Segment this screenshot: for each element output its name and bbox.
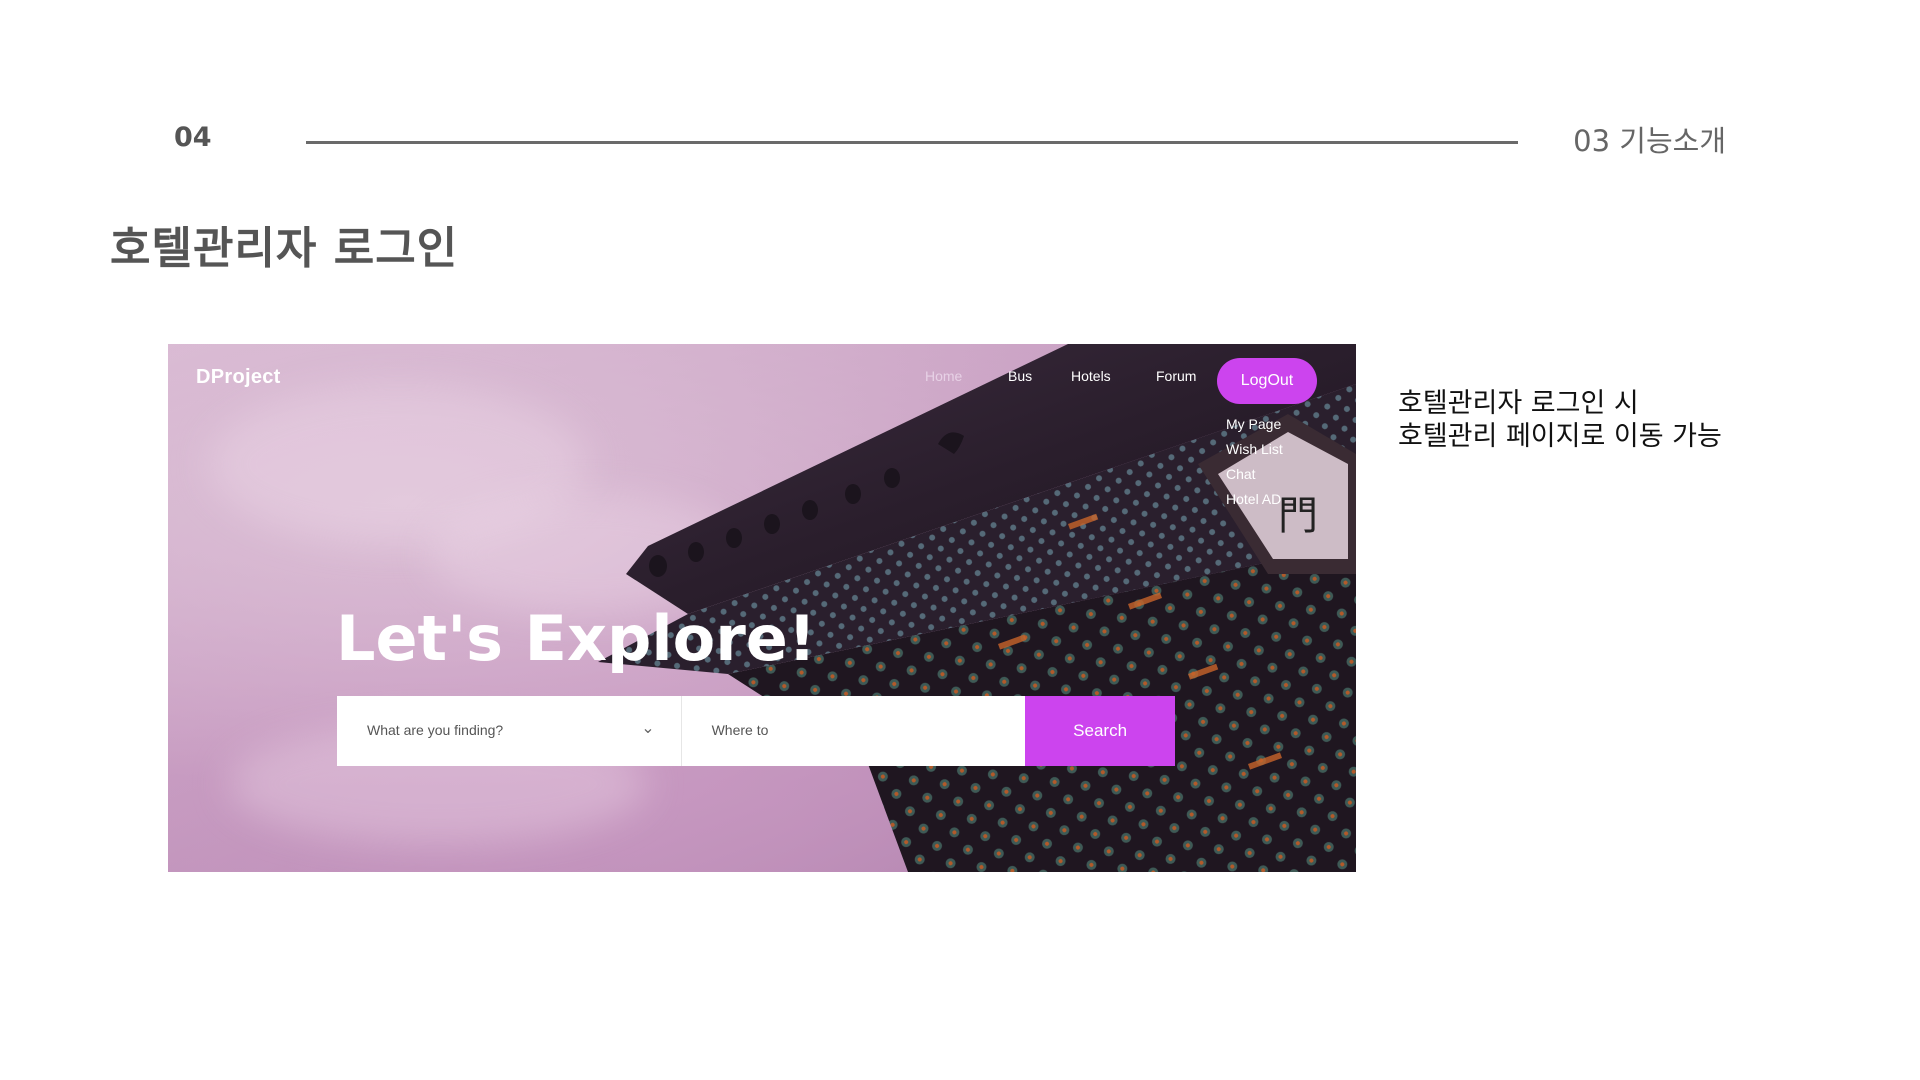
menu-item-wish-list[interactable]: Wish List xyxy=(1226,437,1283,462)
logout-button[interactable]: LogOut xyxy=(1217,358,1317,404)
brand-logo[interactable]: DProject xyxy=(196,366,281,389)
chevron-down-icon: ⌄ xyxy=(641,720,655,737)
user-dropdown-menu: My Page Wish List Chat Hotel AD xyxy=(1226,412,1283,512)
menu-item-hotel-ad[interactable]: Hotel AD xyxy=(1226,487,1283,512)
destination-placeholder: Where to xyxy=(711,722,769,738)
nav-hotels[interactable]: Hotels xyxy=(1071,368,1111,384)
section-label: 03 기능소개 xyxy=(1573,124,1726,158)
menu-item-my-page[interactable]: My Page xyxy=(1226,412,1283,437)
header-rule xyxy=(306,141,1518,144)
slide-title: 호텔관리자 로그인 xyxy=(110,223,459,274)
search-button[interactable]: Search xyxy=(1025,696,1176,766)
menu-item-chat[interactable]: Chat xyxy=(1226,462,1283,487)
nav-bus[interactable]: Bus xyxy=(1008,368,1032,384)
destination-input[interactable]: Where to xyxy=(681,696,1026,766)
category-placeholder: What are you finding? xyxy=(367,722,504,738)
page-number: 04 xyxy=(174,122,212,153)
description-line-2: 호텔관리 페이지로 이동 가능 xyxy=(1398,421,1722,452)
description-line-1: 호텔관리자 로그인 시 xyxy=(1398,388,1639,419)
category-select[interactable]: What are you finding? ⌄ xyxy=(337,696,682,766)
svg-text:門: 門 xyxy=(1278,493,1318,539)
nav-home[interactable]: Home xyxy=(925,368,962,384)
website-screenshot: 門 DProject Home Bus Hotels Forum LogOut … xyxy=(168,344,1356,872)
search-bar: What are you finding? ⌄ Where to Search xyxy=(337,696,1176,766)
hero-title: Let's Explore! xyxy=(336,602,817,675)
nav-forum[interactable]: Forum xyxy=(1156,368,1196,384)
description: 호텔관리자 로그인 시 호텔관리 페이지로 이동 가능 xyxy=(1398,387,1722,453)
